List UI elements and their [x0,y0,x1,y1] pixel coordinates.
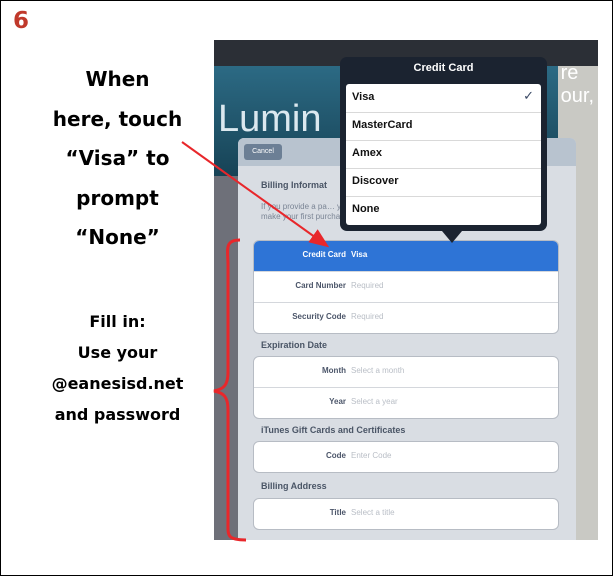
pointer-arrow [181,141,330,248]
annotation-overlay [181,141,330,542]
brace-bracket [213,238,247,542]
